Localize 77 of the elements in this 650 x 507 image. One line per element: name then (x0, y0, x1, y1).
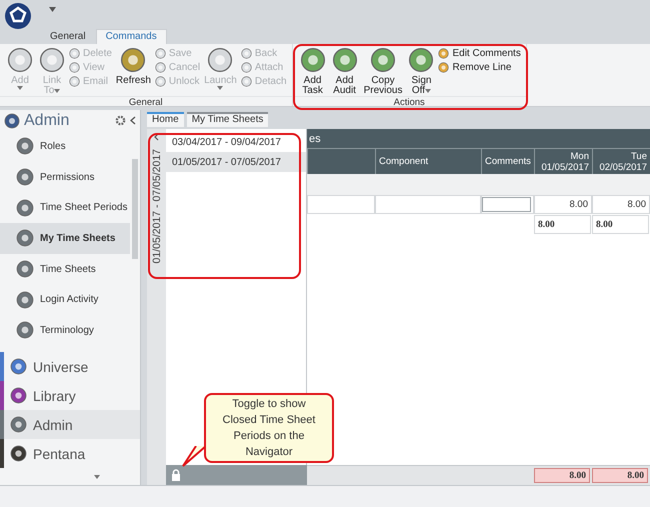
round-icon (10, 358, 27, 375)
round-icon (39, 47, 65, 73)
ribbon-small-button[interactable]: Remove Line (438, 62, 521, 73)
total-cell: 8.00 (592, 215, 649, 234)
round-icon (240, 76, 252, 87)
round-icon (408, 47, 434, 73)
ribbon-small-button[interactable]: Edit Comments (438, 48, 521, 59)
round-icon (154, 48, 166, 59)
round-icon (438, 48, 450, 59)
round-icon (16, 290, 34, 309)
settings-icon[interactable] (115, 115, 126, 126)
ribbon-button[interactable]: Add Audit (330, 47, 360, 96)
round-icon (10, 416, 27, 433)
document-tab[interactable]: My Time Sheets (186, 112, 268, 127)
round-icon (154, 76, 166, 87)
table-cell (307, 196, 375, 214)
dropdown-icon[interactable] (49, 7, 56, 12)
round-icon (207, 47, 234, 73)
sidebar-item[interactable]: Time Sheet Periods (0, 192, 130, 224)
column-header[interactable]: Tue 02/05/2017 (592, 149, 650, 174)
round-icon (10, 445, 27, 462)
round-icon (370, 47, 396, 73)
round-icon (240, 62, 252, 73)
module-item[interactable]: Admin (0, 410, 140, 439)
round-icon (154, 62, 166, 73)
total-cell: 8.00 (534, 468, 590, 483)
sidebar-item[interactable]: Login Activity (0, 284, 130, 316)
column-header[interactable]: Comments (481, 149, 534, 174)
round-icon (10, 387, 27, 404)
round-icon (7, 47, 33, 73)
column-header[interactable]: Component (375, 149, 481, 174)
app-logo-icon (5, 3, 31, 29)
round-icon (16, 168, 34, 186)
collapse-icon[interactable] (154, 133, 159, 141)
round-icon (120, 47, 146, 73)
lock-icon[interactable] (171, 469, 181, 481)
ribbon-button[interactable]: Refresh (114, 47, 153, 96)
sidebar-item[interactable]: Permissions (0, 162, 130, 192)
round-icon (16, 229, 34, 248)
ribbon-button[interactable]: Copy Previous (362, 47, 404, 96)
total-cell: 8.00 (592, 468, 648, 483)
hours-cell[interactable]: 8.00 (534, 196, 592, 214)
caret-icon (94, 475, 100, 479)
document-tab[interactable]: Home (147, 112, 184, 127)
group-label: General (0, 96, 292, 107)
round-icon (69, 76, 80, 87)
round-icon (16, 260, 34, 278)
group-label: Actions (292, 96, 526, 107)
round-icon (69, 62, 80, 73)
sidebar-item[interactable]: Terminology (0, 315, 130, 346)
collapse-icon[interactable] (130, 116, 136, 125)
round-icon (438, 62, 450, 73)
ribbon-tab[interactable]: Commands (96, 29, 167, 44)
column-header[interactable]: Mon 01/05/2017 (534, 149, 592, 174)
round-icon (332, 47, 358, 73)
total-cell: 8.00 (534, 215, 591, 234)
round-icon (16, 321, 34, 340)
period-item[interactable]: 01/05/2017 - 07/05/2017 (166, 152, 306, 172)
round-icon (16, 137, 34, 156)
sidebar-item[interactable]: Time Sheets (0, 254, 130, 284)
comments-field[interactable] (482, 197, 531, 212)
round-icon (300, 47, 326, 73)
period-item[interactable]: 03/04/2017 - 09/04/2017 (166, 132, 306, 152)
grid-title: es (307, 129, 650, 149)
callout: Toggle to show Closed Time Sheet Periods on the Navigator (204, 393, 334, 463)
round-icon (240, 48, 252, 59)
ribbon-button[interactable]: Add Task (298, 47, 328, 96)
round-icon (69, 48, 80, 59)
scrollbar-thumb[interactable] (132, 159, 138, 259)
sidebar-item[interactable]: Roles (0, 131, 130, 162)
current-period-label: 01/05/2017 - 07/05/2017 (150, 149, 162, 264)
hours-cell[interactable]: 8.00 (592, 196, 650, 214)
sidebar-item[interactable]: My Time Sheets (0, 223, 130, 254)
ribbon-button[interactable]: Sign Off (406, 47, 436, 96)
round-icon (16, 198, 34, 217)
sidebar-title: Admin (24, 112, 70, 130)
ribbon-tab[interactable]: General (40, 29, 96, 44)
